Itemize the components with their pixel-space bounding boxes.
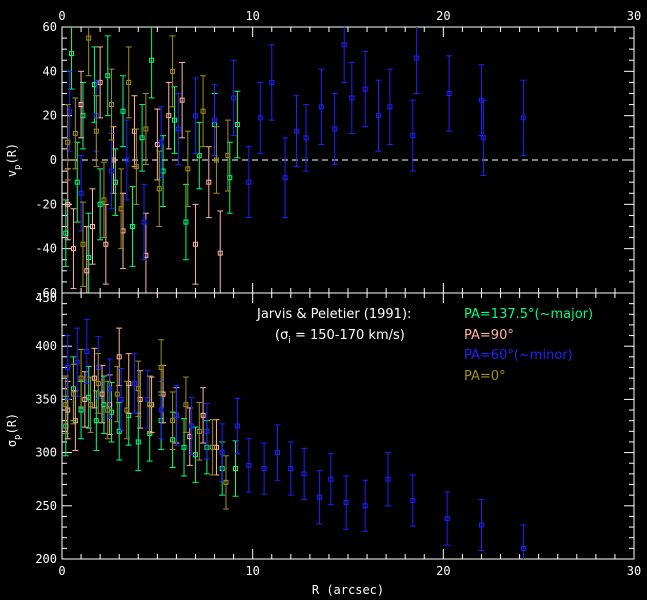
top-y-axis-title: vp(R) [5, 143, 23, 177]
bottom-y-tick-label: 250 [35, 499, 57, 513]
bottom-y-tick-label: 450 [35, 291, 57, 305]
bottom-x-tick-label: 0 [58, 564, 65, 578]
top-x-tick-labels: 0 10 20 30 [58, 9, 641, 23]
top-y-tick-label: 0 [50, 153, 57, 167]
bottom-x-tick-label: 30 [627, 564, 641, 578]
top-x-tick-label: 30 [627, 9, 641, 23]
bottom-y-tick-labels: 200 250 300 350 400 450 [35, 291, 57, 566]
legend-entry-pa0: PA=0° [464, 369, 506, 384]
top-x-tick-label: 20 [436, 9, 450, 23]
top-x-tick-label: 10 [245, 9, 259, 23]
top-y-tick-label: 40 [43, 64, 57, 78]
annotation-line2: (σi = 150-170 km/s) [275, 328, 405, 346]
figure-canvas: 0 10 20 30 -60-40-200204060 vp(R) 0 10 20 30 2… [5, 9, 641, 597]
annotation-line2-open: (σ [275, 328, 288, 343]
bottom-y-tick-label: 350 [35, 392, 57, 406]
bottom-y-tick-label: 400 [35, 339, 57, 353]
bottom-x-tick-label: 10 [245, 564, 259, 578]
top-data-points [62, 27, 527, 293]
top-y-tick-label: 60 [43, 20, 57, 34]
annotation: Jarvis & Peletier (1991): (σi = 150-170 … [256, 307, 411, 346]
top-panel: 0 10 20 30 -60-40-200204060 vp(R) [5, 9, 641, 300]
annotation-line2-rest: = 150-170 km/s) [291, 328, 405, 343]
annotation-line1: Jarvis & Peletier (1991): [256, 307, 411, 322]
top-y-tick-label: 20 [43, 109, 57, 123]
top-y-tick-label: -20 [35, 197, 57, 211]
top-y-axis-title-main: v [5, 170, 19, 177]
top-y-axis-title-tail: (R) [5, 143, 19, 165]
bottom-x-tick-labels: 0 10 20 30 [58, 564, 641, 578]
top-panel-marks [62, 27, 527, 293]
top-x-tick-label: 0 [58, 9, 65, 23]
legend-entry-major: PA=137.5°(~major) [464, 307, 593, 322]
bottom-data-points [62, 319, 527, 559]
top-y-tick-label: -40 [35, 242, 57, 256]
legend-entry-pa90: PA=90° [464, 328, 514, 343]
bottom-y-axis-title-tail: (R) [5, 413, 19, 435]
bottom-series-2 [64, 319, 527, 559]
bottom-panel-marks [62, 319, 527, 559]
legend: PA=137.5°(~major) PA=90° PA=60°(~minor) … [464, 307, 593, 384]
bottom-y-tick-label: 300 [35, 446, 57, 460]
x-axis-title: R (arcsec) [312, 583, 384, 597]
bottom-y-tick-label: 200 [35, 552, 57, 566]
top-series-3 [64, 27, 231, 287]
legend-entry-minor: PA=60°(~minor) [464, 348, 573, 363]
top-y-tick-labels: -60-40-200204060 [35, 20, 57, 300]
bottom-y-axis-title: σp(R) [5, 413, 23, 447]
bottom-x-tick-label: 20 [436, 564, 450, 578]
bottom-y-axis-title-main: σ [5, 440, 19, 447]
bottom-series-3 [62, 339, 229, 510]
